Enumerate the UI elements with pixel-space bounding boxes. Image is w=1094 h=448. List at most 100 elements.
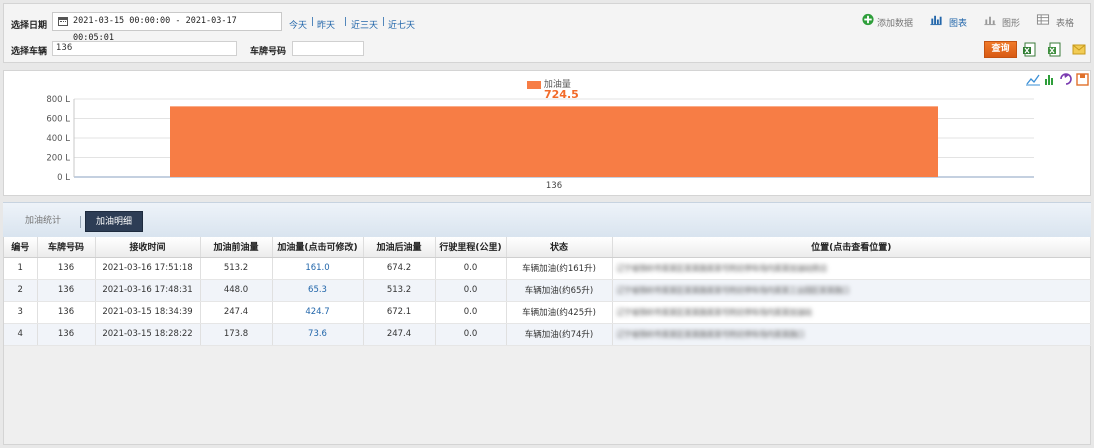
cell-plate: 136 [37,301,96,324]
plate-label: 车牌号码 [250,47,287,57]
col-header-plate[interactable]: 车牌号码 [37,237,96,258]
cell-mileage: 0.0 [435,279,507,302]
cell-after: 513.2 [363,279,436,302]
table-row[interactable]: 4 136 2021-03-15 18:28:22 173.8 73.6 247… [4,323,1091,346]
tab-fuel-details[interactable]: 加油明细 [85,211,144,232]
export-sheet-icon[interactable] [1048,42,1062,57]
tab-fuel-statistics[interactable]: 加油统计 [15,211,71,232]
graph-icon[interactable] [983,13,997,26]
cell-amount-editable[interactable]: 424.7 [272,301,364,324]
tabs-bar: 加油统计 加油明细 [3,202,1091,237]
table-view-button[interactable]: 表格 [1056,16,1074,29]
col-header-status[interactable]: 状态 [506,237,613,258]
col-header-before[interactable]: 加油前油量 [200,237,273,258]
y-tick-label: 800 L [46,95,70,105]
refresh-icon[interactable] [1060,73,1072,85]
cell-time: 2021-03-15 18:34:39 [95,301,201,324]
cell-mileage: 0.0 [435,301,507,324]
quick-today[interactable]: 今天 [289,18,307,31]
cell-amount-editable[interactable]: 73.6 [272,323,364,346]
vehicle-label: 选择车辆 [11,47,48,57]
y-tick-label: 600 L [46,115,70,125]
col-header-id[interactable]: 编号 [4,237,38,258]
location-text[interactable]: 辽宁省铁岭市某某区某某路某某号附近停车场内某某加油站 [617,307,813,318]
y-tick-label: 200 L [46,154,70,164]
cell-before: 448.0 [200,279,273,302]
cell-location[interactable]: 辽宁省铁岭市某某区某某路某某号附近停车场内某某工业园区某某路口 [612,279,1091,302]
cell-amount-editable[interactable]: 161.0 [272,257,364,280]
cell-location[interactable]: 辽宁省铁岭市某某区某某路某某号附近停车场内某某路口 [612,323,1091,346]
y-tick-label: 400 L [46,134,70,144]
col-header-time[interactable]: 接收时间 [95,237,201,258]
filter-panel: 选择日期 2021-03-15 00:00:00 - 2021-03-17 00… [3,3,1091,63]
cell-before: 173.8 [200,323,273,346]
table-row[interactable]: 3 136 2021-03-15 18:34:39 247.4 424.7 67… [4,301,1091,324]
cell-plate: 136 [37,323,96,346]
vehicle-input[interactable]: 136 [52,41,237,56]
quick-separator: | [382,17,386,27]
cell-time: 2021-03-16 17:51:18 [95,257,201,280]
cell-after: 247.4 [363,323,436,346]
save-image-icon[interactable] [1076,73,1089,86]
location-text[interactable]: 辽宁省铁岭市某某区某某路某某号附近停车场内某某工业园区某某路口 [617,285,850,296]
quick-separator: | [344,17,348,27]
table-icon[interactable] [1036,13,1050,26]
cell-after: 674.2 [363,257,436,280]
cell-time: 2021-03-15 18:28:22 [95,323,201,346]
date-range-input[interactable]: 2021-03-15 00:00:00 - 2021-03-17 00:05:0… [52,12,282,43]
date-label: 选择日期 [11,21,48,31]
location-text[interactable]: 辽宁省铁岭市某某区某某路某某号附近停车场内某某路口 [617,329,805,340]
graph-view-button[interactable]: 图形 [1002,16,1020,29]
col-header-after[interactable]: 加油后油量 [363,237,436,258]
cell-id: 4 [4,323,38,346]
cell-location[interactable]: 辽宁省铁岭市某某区某某路某某号附近停车场内某某加油站 [612,301,1091,324]
col-header-mileage[interactable]: 行驶里程(公里) [435,237,507,258]
bar-chart-icon[interactable] [929,13,943,26]
x-tick-label: 136 [546,181,562,191]
cell-plate: 136 [37,257,96,280]
col-header-amount[interactable]: 加油量(点击可修改) [272,237,364,258]
legend-swatch [527,80,541,89]
bar-data-label: 724.5 [544,88,579,101]
table-header: 编号 车牌号码 接收时间 加油前油量 加油量(点击可修改) 加油后油量 行驶里程… [4,237,1091,258]
cell-location[interactable]: 辽宁省铁岭市某某区某某路某某号附近停车场内某某加油站旁边 [612,257,1091,280]
plate-input[interactable] [292,41,364,56]
cell-after: 672.1 [363,301,436,324]
date-range-value: 2021-03-15 00:00:00 - 2021-03-17 00:05:0… [73,16,237,43]
cell-before: 513.2 [200,257,273,280]
col-header-location[interactable]: 位置(点击查看位置) [612,237,1091,258]
add-data-icon[interactable] [861,13,875,26]
quick-yesterday[interactable]: 昨天 [317,18,335,31]
cell-status: 车辆加油(约425升) [506,301,613,324]
cell-time: 2021-03-16 17:48:31 [95,279,201,302]
chart-panel: 0 L 200 L 400 L 600 L 800 L 136 加油量 724.5 [3,70,1091,196]
bar-136[interactable] [170,106,938,177]
cell-status: 车辆加油(约161升) [506,257,613,280]
quick-seven-days[interactable]: 近七天 [388,18,415,31]
cell-status: 车辆加油(约74升) [506,323,613,346]
add-data-button[interactable]: 添加数据 [877,16,913,29]
cell-plate: 136 [37,279,96,302]
cell-mileage: 0.0 [435,257,507,280]
chart-view-button[interactable]: 图表 [949,16,967,29]
cell-id: 3 [4,301,38,324]
location-text[interactable]: 辽宁省铁岭市某某区某某路某某号附近停车场内某某加油站旁边 [617,263,828,274]
quick-three-days[interactable]: 近三天 [351,18,378,31]
table-row[interactable]: 1 136 2021-03-16 17:51:18 513.2 161.0 67… [4,257,1091,280]
cell-status: 车辆加油(约65升) [506,279,613,302]
cell-amount-editable[interactable]: 65.3 [272,279,364,302]
detail-table: 编号 车牌号码 接收时间 加油前油量 加油量(点击可修改) 加油后油量 行驶里程… [4,237,1091,346]
line-chart-icon[interactable] [1026,74,1040,86]
cell-id: 1 [4,257,38,280]
y-tick-label: 0 L [57,173,70,183]
detail-table-panel: 编号 车牌号码 接收时间 加油前油量 加油量(点击可修改) 加油后油量 行驶里程… [3,237,1091,445]
cell-mileage: 0.0 [435,323,507,346]
bar-chart-switch-icon[interactable] [1045,75,1053,85]
export-excel-icon[interactable] [1023,42,1037,57]
query-button[interactable]: 查询 [984,41,1017,58]
cell-before: 247.4 [200,301,273,324]
tab-divider [80,216,81,228]
table-row[interactable]: 2 136 2021-03-16 17:48:31 448.0 65.3 513… [4,279,1091,302]
mail-icon[interactable] [1072,42,1086,57]
quick-separator: | [311,17,315,27]
